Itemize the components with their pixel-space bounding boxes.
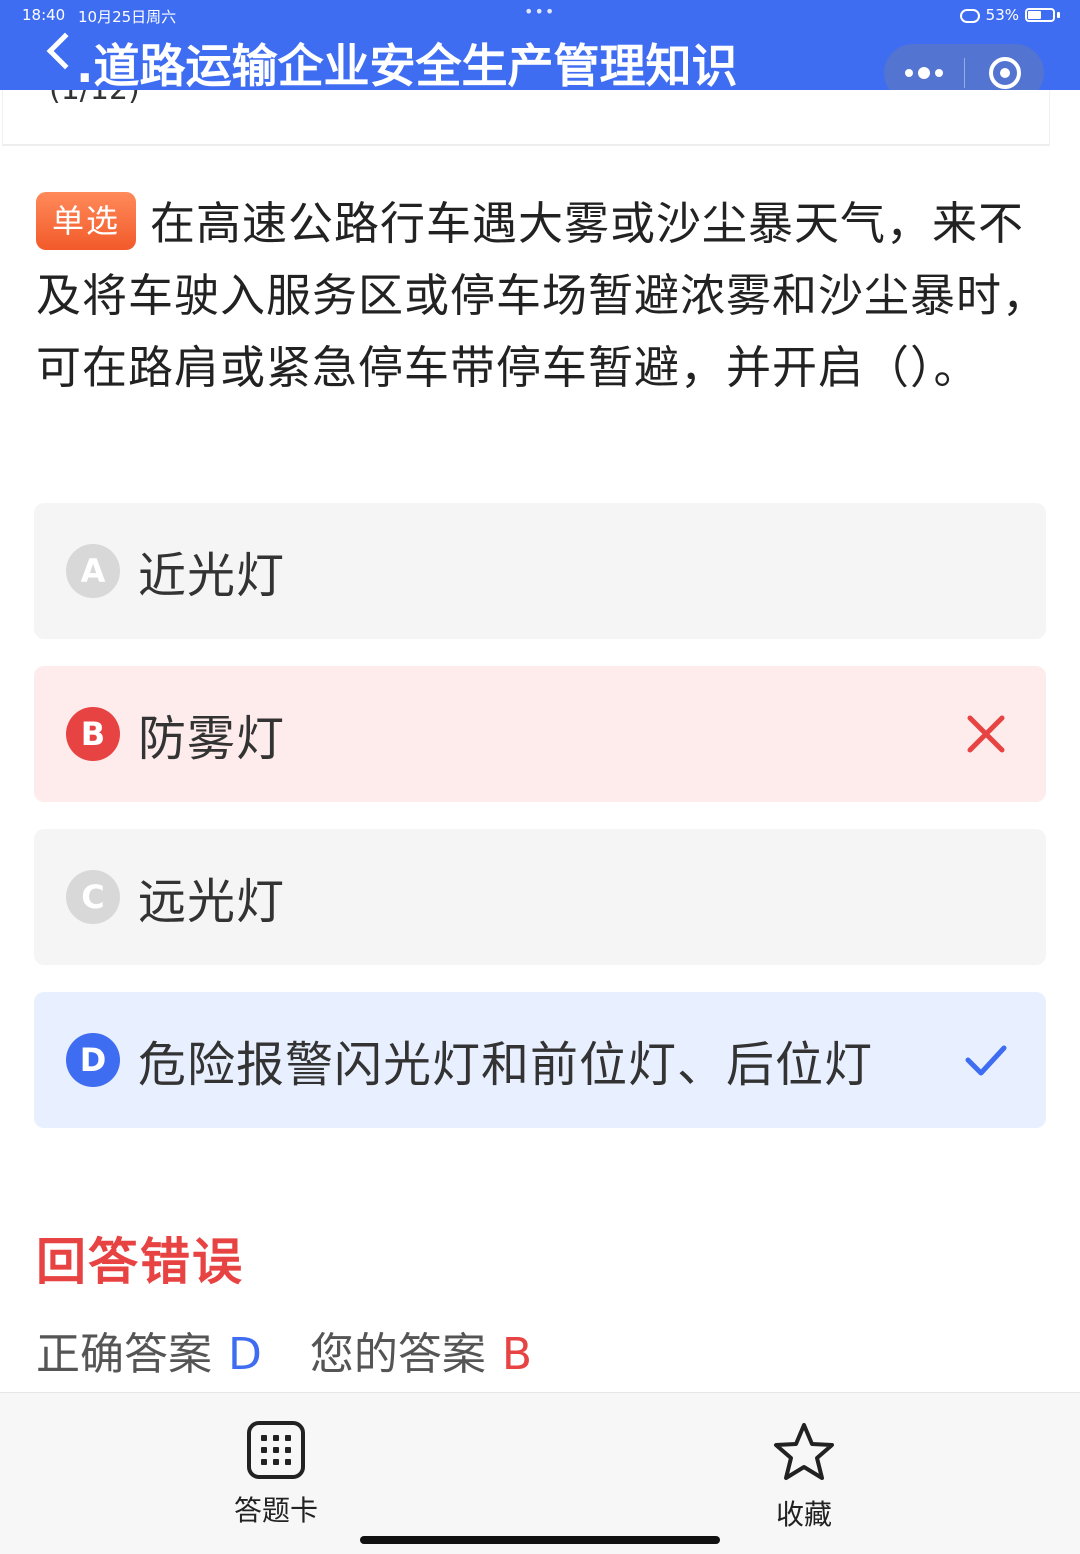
close-ring-icon	[988, 57, 1021, 89]
question-text: 在高速公路行车遇大雾或沙尘暴天气，来不及将车驶入服务区或停车场暂避浓雾和沙尘暴时…	[36, 197, 1049, 394]
more-dots-icon	[918, 67, 930, 79]
battery-tip	[1057, 12, 1060, 18]
correct-answer-value: D	[228, 1329, 262, 1380]
favorite-label: 收藏	[775, 1498, 832, 1531]
status-time: 18:40	[22, 6, 66, 24]
option-text: 近光灯	[138, 548, 286, 604]
answer-card-label: 答题卡	[233, 1494, 318, 1527]
status-date: 10月25日周六	[78, 8, 177, 26]
mini-program-capsule	[884, 44, 1044, 90]
page-title: .道路运输企业安全生产管理知识	[76, 39, 738, 90]
your-answer-label: 您的答案	[309, 1329, 486, 1380]
home-indicator[interactable]	[360, 1536, 720, 1544]
question-progress-card: (1/12)	[2, 90, 1050, 146]
option-letter: B	[66, 707, 120, 761]
cross-icon	[967, 715, 1005, 753]
more-dot	[935, 69, 943, 77]
top-bar: 18:40 10月25日周六 ••• 53% .道路运输企业安全生产管理知识	[0, 0, 1080, 90]
correct-answer-label: 正确答案	[36, 1329, 212, 1380]
bottom-toolbar: 答题卡 收藏	[0, 1392, 1080, 1554]
result-title: 回答错误	[36, 1233, 244, 1291]
answer-card-button[interactable]: 答题卡	[206, 1421, 346, 1529]
option-c[interactable]: C 远光灯	[34, 829, 1046, 965]
quiz-page: 18:40 10月25日周六 ••• 53% .道路运输企业安全生产管理知识 (…	[0, 0, 1080, 1554]
close-button[interactable]	[965, 44, 1044, 90]
battery-icon	[1025, 8, 1055, 22]
wifi-icon	[959, 9, 980, 23]
question-type-badge: 单选	[36, 192, 137, 250]
star-icon	[774, 1423, 834, 1480]
option-letter: C	[66, 870, 120, 924]
check-icon	[965, 1045, 1007, 1076]
grid-icon	[247, 1421, 305, 1479]
option-text: 远光灯	[138, 874, 286, 930]
more-dot	[905, 69, 913, 77]
question-stem: 单选 在高速公路行车遇大雾或沙尘暴天气，来不及将车驶入服务区或停车场暂避浓雾和沙尘…	[36, 188, 1048, 404]
question-progress: (1/12)	[49, 90, 140, 107]
option-letter: A	[66, 544, 120, 598]
multitask-dots[interactable]: •••	[524, 2, 555, 21]
option-b[interactable]: B 防雾灯	[34, 666, 1046, 802]
status-right: 53%	[959, 6, 1060, 24]
answer-summary: 正确答案 D 您的答案 B	[36, 1318, 532, 1382]
favorite-button[interactable]: 收藏	[734, 1421, 874, 1533]
more-button[interactable]	[884, 44, 964, 90]
option-letter: D	[66, 1033, 120, 1087]
option-d[interactable]: D 危险报警闪光灯和前位灯、后位灯	[34, 992, 1046, 1128]
battery-percent: 53%	[985, 6, 1019, 24]
option-text: 危险报警闪光灯和前位灯、后位灯	[138, 1037, 874, 1093]
option-a[interactable]: A 近光灯	[34, 503, 1046, 639]
option-text: 防雾灯	[138, 711, 286, 767]
your-answer-value: B	[501, 1329, 533, 1380]
